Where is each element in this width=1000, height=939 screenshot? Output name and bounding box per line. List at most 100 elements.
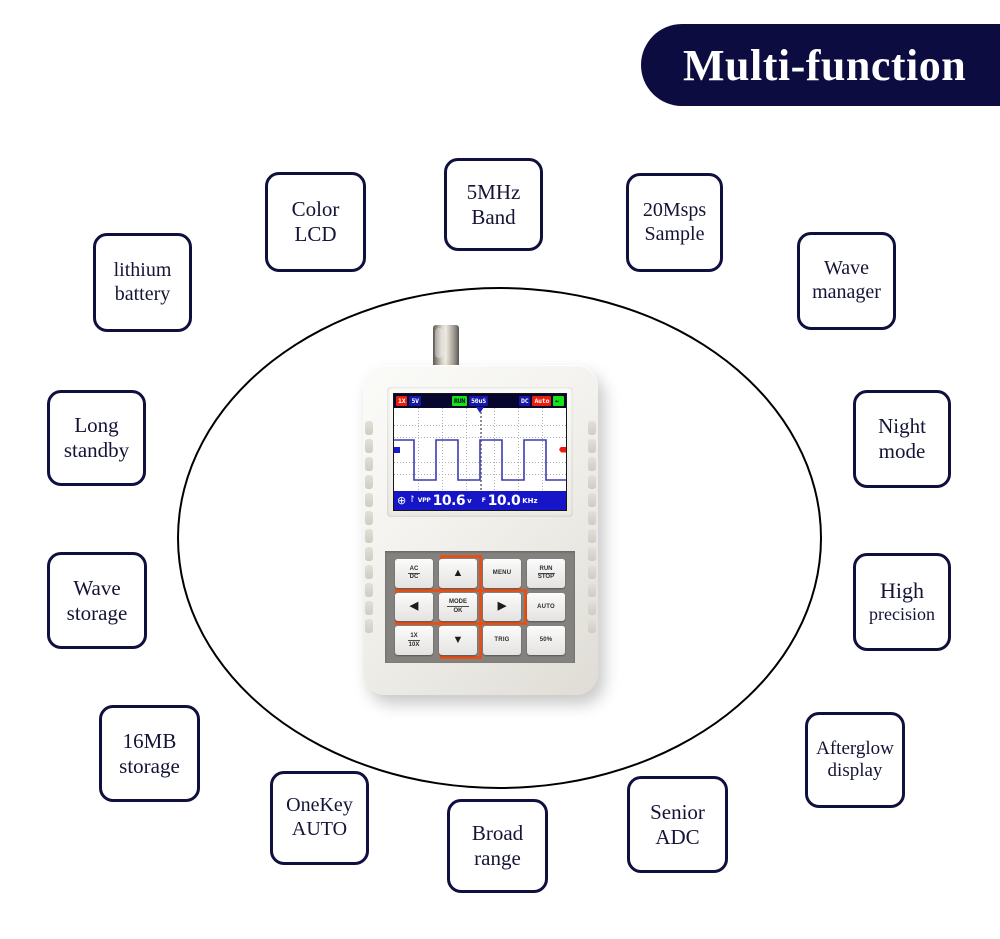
crosshair-icon: ⊕	[397, 494, 407, 507]
side-grip	[588, 547, 596, 561]
arrow-left-icon: ◀	[409, 600, 419, 613]
side-grip	[365, 457, 373, 471]
feature-label-line2: Band	[471, 204, 516, 229]
feature-label-line2: storage	[119, 753, 180, 778]
feature-label-line2: battery	[114, 282, 171, 305]
key-menu[interactable]: MENU	[483, 559, 521, 588]
key-label-top: MODE	[447, 599, 469, 608]
lcd-measurement-bar: ⊕ ↾ VPP 10.6 v F 10.0 KHz	[394, 491, 566, 510]
keypad-panel: AC DC ▲ MENU RUN STOP ◀ MODE OK ▶ AUTO 1…	[385, 551, 575, 663]
key-label-bottom: STOP	[537, 574, 555, 581]
side-grip	[365, 619, 373, 633]
freq-value: 10.0	[487, 492, 521, 509]
feature-label-line1: Afterglow	[816, 737, 894, 759]
side-grip	[588, 421, 596, 435]
trigger-marker-icon	[476, 407, 484, 413]
feature-label-line2: standby	[63, 438, 130, 462]
feature-label-line1: Color	[291, 197, 340, 222]
arrow-down-icon: ▼	[452, 634, 464, 647]
key-right[interactable]: ▶	[483, 592, 521, 622]
feature-box-senior-adc: Senior ADC	[627, 776, 728, 873]
feature-label-line2: Sample	[644, 222, 705, 245]
lcd-screen: 1X 5V RUN 50uS DC Auto ← ⊕ ↾ VPP 10.6 v …	[393, 393, 567, 511]
key-1x-10x[interactable]: 1X 10X	[395, 626, 433, 655]
key-trig[interactable]: TRIG	[483, 626, 521, 655]
side-grip	[588, 439, 596, 453]
status-spacer	[490, 399, 517, 403]
side-grip	[588, 619, 596, 633]
key-label-top: RUN	[537, 566, 555, 574]
key-fifty-percent[interactable]: 50%	[527, 626, 565, 655]
key-run-stop[interactable]: RUN STOP	[527, 559, 565, 588]
side-grip	[588, 583, 596, 597]
feature-box-long-standby: Long standby	[47, 390, 146, 486]
feature-box-color-lcd: Color LCD	[265, 172, 366, 272]
side-grip	[588, 457, 596, 471]
key-label-bottom: DC	[409, 574, 419, 581]
status-spacer	[423, 399, 450, 403]
device-body: 1X 5V RUN 50uS DC Auto ← ⊕ ↾ VPP 10.6 v …	[363, 365, 598, 695]
feature-label-line1: 16MB	[122, 728, 177, 753]
vpp-unit: v	[467, 496, 472, 505]
side-grip	[365, 565, 373, 579]
feature-label-line1: Night	[878, 414, 926, 439]
side-grip	[365, 493, 373, 507]
vpp-label: VPP	[417, 497, 431, 504]
key-down[interactable]: ▼	[439, 626, 477, 655]
key-mode-ok[interactable]: MODE OK	[439, 592, 477, 622]
feature-box-wave-manager: Wave manager	[797, 232, 896, 330]
key-label: MENU	[492, 570, 512, 577]
key-label-bottom: 10X	[408, 641, 420, 648]
feature-box-night-mode: Night mode	[853, 390, 951, 488]
side-grip	[365, 601, 373, 615]
battery-icon: ←	[553, 395, 565, 407]
key-auto[interactable]: AUTO	[527, 592, 565, 622]
key-label: 50%	[539, 637, 553, 644]
side-grip	[365, 439, 373, 453]
channel-offset-marker	[394, 446, 400, 453]
arrow-right-icon: ▶	[497, 600, 507, 613]
side-grip	[365, 547, 373, 561]
feature-box-onekey-auto: OneKey AUTO	[270, 771, 369, 865]
lcd-waveform-area	[394, 407, 566, 491]
feature-box-afterglow-display: Afterglow display	[805, 712, 905, 808]
feature-label-line1: Senior	[650, 799, 705, 824]
side-grip	[588, 565, 596, 579]
key-label-top: AC	[407, 566, 421, 574]
side-grip	[365, 583, 373, 597]
feature-label-line2: mode	[878, 439, 926, 463]
key-label: AUTO	[537, 603, 555, 610]
status-time-div: 50uS	[469, 395, 488, 407]
key-label-top: 1X	[408, 633, 420, 642]
feature-label-line1: High	[880, 578, 924, 604]
feature-label-line2: range	[474, 846, 521, 870]
feature-label-line2: LCD	[294, 222, 337, 246]
feature-label-line1: Long	[74, 413, 119, 438]
side-grip	[365, 421, 373, 435]
freq-unit: KHz	[522, 496, 538, 505]
feature-label-line1: OneKey	[286, 794, 353, 817]
side-grip	[588, 601, 596, 615]
side-grip	[365, 475, 373, 489]
feature-box-5mhz-band: 5MHz Band	[444, 158, 543, 251]
feature-label-line1: Wave	[73, 575, 121, 600]
key-left[interactable]: ◀	[395, 592, 433, 622]
square-wave-icon: ↾	[408, 495, 416, 505]
feature-label-line2: storage	[66, 600, 128, 625]
key-ac-dc[interactable]: AC DC	[395, 559, 433, 588]
feature-label-line1: Broad	[471, 821, 524, 846]
feature-box-20msps-sample: 20Msps Sample	[626, 173, 723, 272]
status-coupling: DC	[519, 395, 531, 407]
side-grip	[588, 511, 596, 525]
feature-label-line1: 20Msps	[642, 198, 707, 221]
feature-label-line1: Wave	[823, 257, 870, 280]
status-probe: 1X	[396, 395, 408, 407]
feature-box-16mb-storage: 16MB storage	[99, 705, 200, 802]
status-run-state: RUN	[451, 395, 468, 407]
feature-label-line2: ADC	[655, 824, 700, 849]
oscilloscope-device: 1X 5V RUN 50uS DC Auto ← ⊕ ↾ VPP 10.6 v …	[355, 325, 635, 715]
side-grip	[588, 475, 596, 489]
key-up[interactable]: ▲	[439, 559, 477, 588]
feature-box-broad-range: Broad range	[447, 799, 548, 893]
feature-box-high-precision: High precision	[853, 553, 951, 651]
